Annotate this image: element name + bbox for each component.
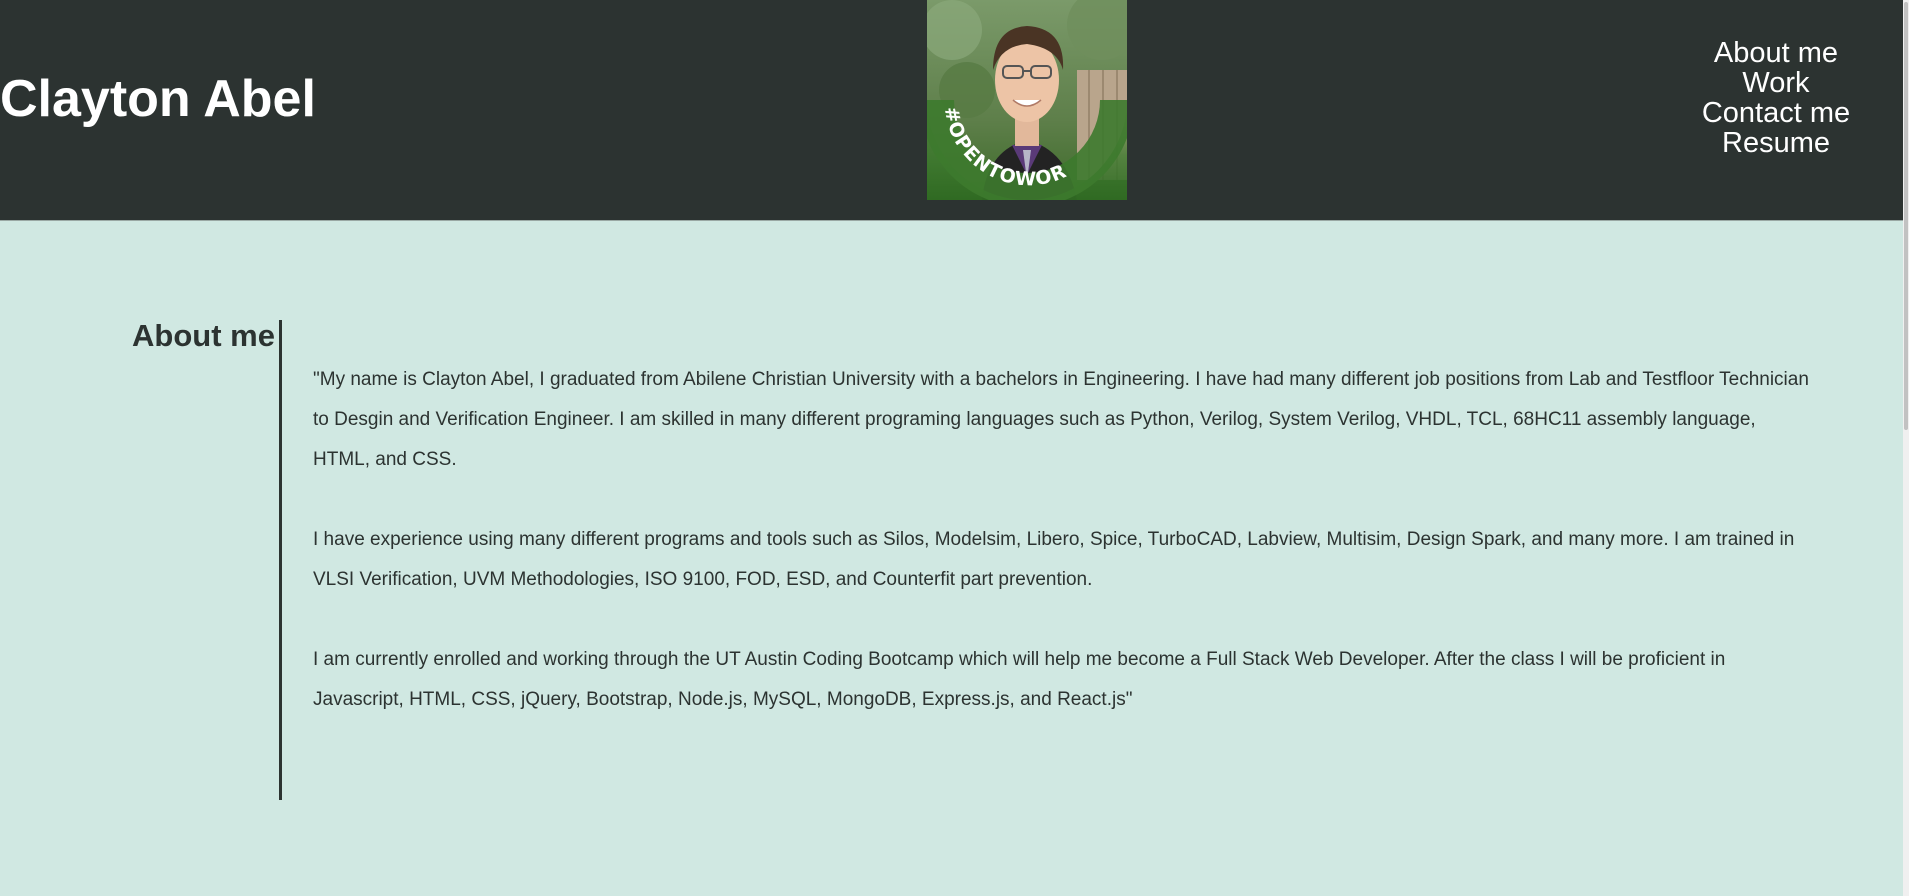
about-paragraph-bootcamp: I am currently enrolled and working thro… bbox=[313, 649, 1726, 710]
scrollbar-thumb[interactable] bbox=[1904, 2, 1908, 430]
nav-contact-me[interactable]: Contact me bbox=[1668, 98, 1884, 128]
about-paragraph-education: "My name is Clayton Abel, I graduated fr… bbox=[313, 369, 1809, 470]
main-nav: About me Work Contact me Resume bbox=[1668, 38, 1884, 158]
about-paragraph-experience: I have experience using many different p… bbox=[313, 529, 1795, 590]
nav-resume[interactable]: Resume bbox=[1668, 128, 1884, 158]
about-section: "My name is Clayton Abel, I graduated fr… bbox=[313, 360, 1813, 760]
site-title: Clayton Abel bbox=[0, 70, 316, 128]
about-heading: About me bbox=[132, 318, 275, 353]
nav-work[interactable]: Work bbox=[1668, 68, 1884, 98]
profile-photo: #OPENTOWORK bbox=[927, 0, 1127, 200]
vertical-scrollbar[interactable] bbox=[1903, 0, 1909, 896]
about-divider bbox=[279, 320, 282, 800]
page: Clayton Abel #OPENTOWOR About me Work Co… bbox=[0, 0, 1903, 896]
site-header: Clayton Abel #OPENTOWOR About me Work Co… bbox=[0, 0, 1903, 220]
nav-about-me[interactable]: About me bbox=[1668, 38, 1884, 68]
